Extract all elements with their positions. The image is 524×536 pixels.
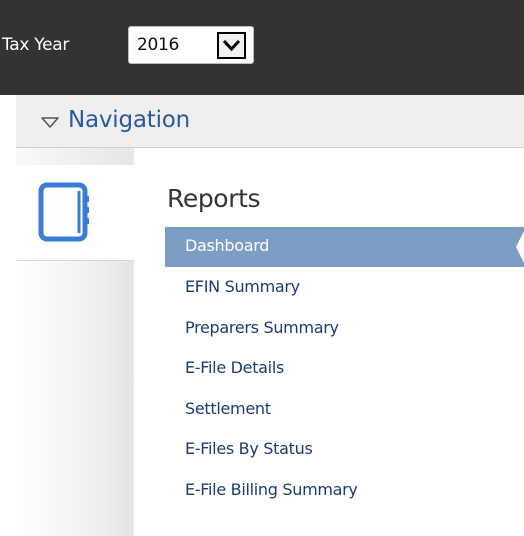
reports-heading: Reports	[167, 184, 261, 213]
navigation-title: Navigation	[68, 107, 191, 133]
chevron-down-icon[interactable]	[217, 32, 246, 59]
caret-down-icon[interactable]	[40, 115, 60, 129]
menu-item-label: E-Files By Status	[185, 439, 313, 458]
menu-item-settlement[interactable]: Settlement	[165, 389, 524, 430]
rail-tab-reports[interactable]	[16, 165, 134, 261]
menu-item-label: E-File Details	[185, 358, 285, 377]
menu-item-efin-summary[interactable]: EFIN Summary	[165, 267, 524, 308]
menu-item-label: E-File Billing Summary	[185, 479, 358, 499]
menu-item-e-files-by-status[interactable]: E-Files By Status	[165, 429, 524, 470]
notebook-icon	[38, 182, 90, 242]
rail-divider	[16, 148, 134, 165]
menu-item-e-file-billing-summary[interactable]: E-File Billing Summary	[165, 470, 524, 511]
menu-item-label: EFIN Summary	[185, 277, 300, 296]
menu-item-dashboard[interactable]: Dashboard	[165, 227, 524, 267]
tax-year-value: 2016	[137, 35, 180, 55]
menu-item-label: Preparers Summary	[185, 317, 339, 337]
menu-item-label: Settlement	[185, 398, 271, 418]
tax-year-select[interactable]: 2016	[128, 26, 254, 64]
active-pointer	[516, 227, 524, 267]
navigation-header[interactable]: Navigation	[16, 95, 524, 148]
menu-item-label: Dashboard	[185, 236, 270, 255]
reports-menu: Dashboard EFIN Summary Preparers Summary…	[165, 227, 524, 510]
menu-item-preparers-summary[interactable]: Preparers Summary	[165, 308, 524, 349]
menu-item-e-file-details[interactable]: E-File Details	[165, 348, 524, 389]
tax-year-label: Tax Year	[2, 35, 70, 55]
top-toolbar: Tax Year 2016	[0, 0, 524, 95]
